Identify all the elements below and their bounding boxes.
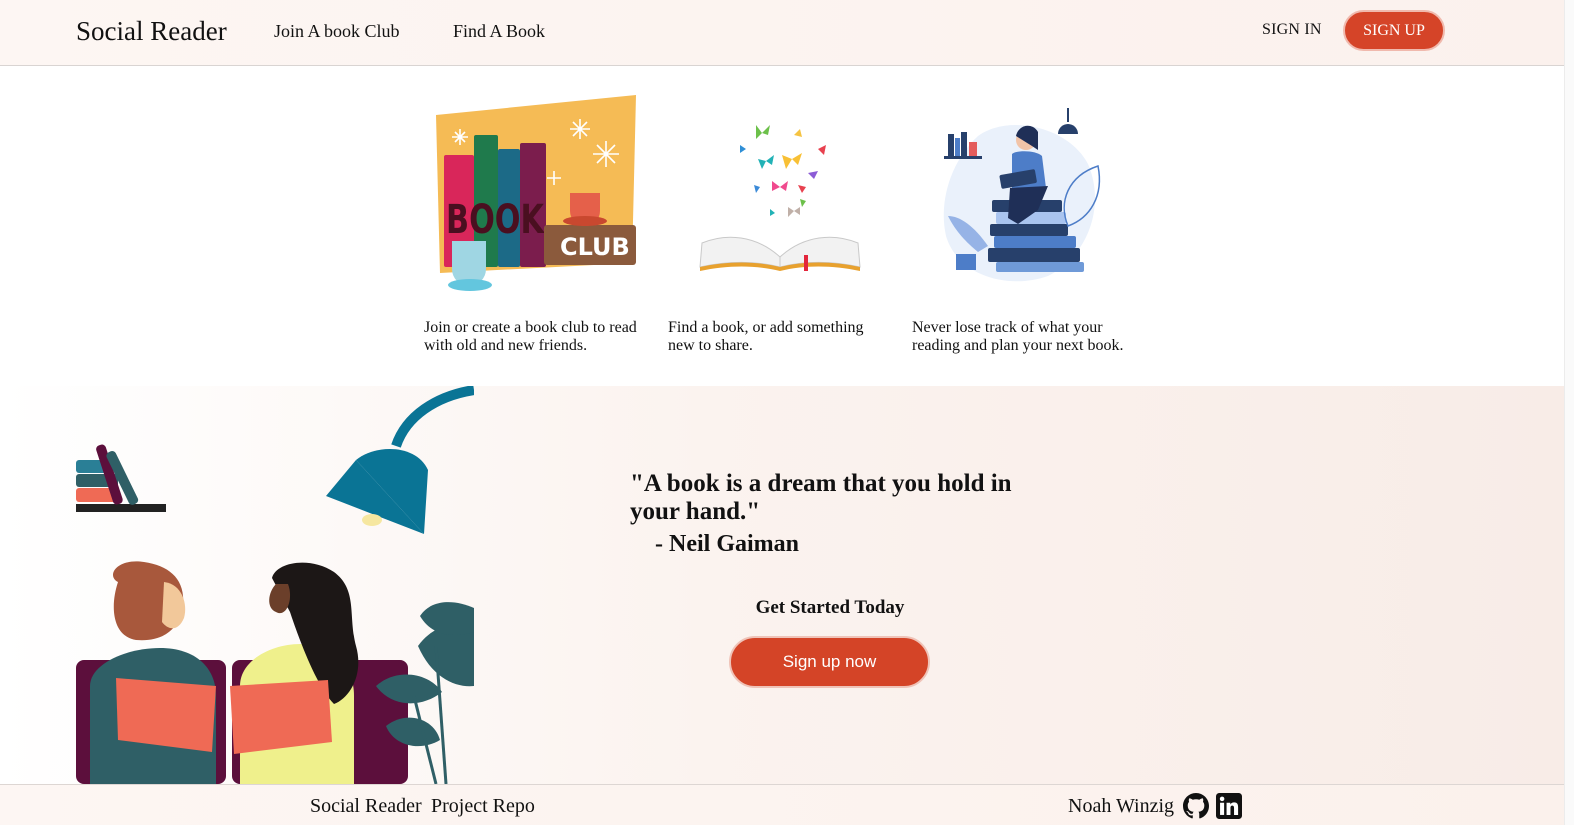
sign-up-now-button[interactable]: Sign up now xyxy=(729,636,930,688)
scrollbar[interactable] xyxy=(1564,0,1574,825)
hero-quote-author: - Neil Gaiman xyxy=(655,531,799,557)
book-club-art-letters: BOOK xyxy=(446,197,546,243)
feature-text-book-club: Join or create a book club to read with … xyxy=(424,319,637,354)
nav-join-book-club[interactable]: Join A book Club xyxy=(274,21,400,42)
hero-quote: "A book is a dream that you hold in your… xyxy=(630,470,1012,525)
footer-brand-link[interactable]: Social Reader xyxy=(310,795,422,818)
navbar: Social Reader Join A book Club Find A Bo… xyxy=(0,0,1564,66)
woman-reading-on-books-illustration xyxy=(943,108,1101,282)
feature-text-find-book: Find a book, or add something new to sha… xyxy=(668,319,864,354)
footer-repo-link[interactable]: Project Repo xyxy=(431,795,535,818)
footer: Social Reader Project Repo Noah Winzig xyxy=(0,784,1564,825)
feature-text-track-reading: Never lose track of what your reading an… xyxy=(912,319,1124,354)
footer-author-name: Noah Winzig xyxy=(1068,795,1175,817)
brand-logo[interactable]: Social Reader xyxy=(76,16,227,47)
book-club-art-label: CLUB xyxy=(560,233,630,261)
sign-in-link[interactable]: SIGN IN xyxy=(1262,21,1322,39)
github-icon[interactable] xyxy=(1183,793,1209,819)
cta-heading: Get Started Today xyxy=(755,597,905,618)
sign-up-button[interactable]: SIGN UP xyxy=(1343,10,1445,51)
open-book-butterflies-illustration xyxy=(699,125,861,271)
nav-find-book[interactable]: Find A Book xyxy=(453,21,545,42)
women-reading-illustration xyxy=(76,386,474,784)
book-club-illustration: BOOK CLUB xyxy=(436,95,636,291)
linkedin-icon[interactable] xyxy=(1216,793,1242,819)
hero-section: "A book is a dream that you hold in your… xyxy=(0,386,1564,784)
